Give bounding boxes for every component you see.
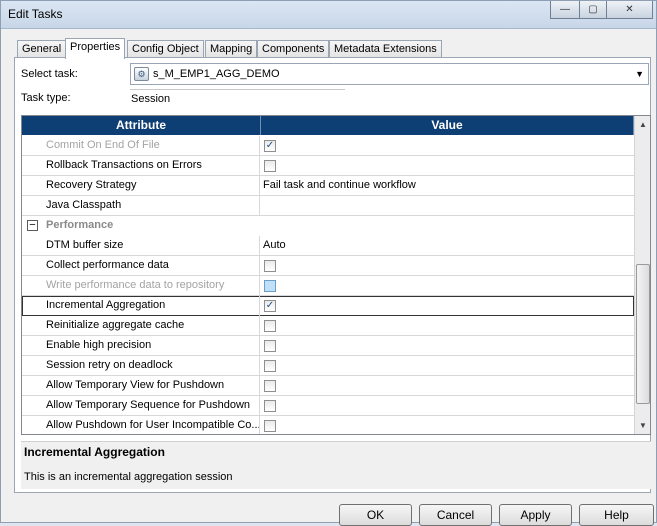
tab-mapping[interactable]: Mapping [205, 40, 258, 58]
task-type-divider [130, 89, 345, 90]
description-title: Incremental Aggregation [24, 445, 165, 459]
retry-on-deadlock-checkbox[interactable] [264, 360, 276, 372]
table-row[interactable]: Allow Temporary View for Pushdown [22, 376, 634, 396]
scrollbar-thumb[interactable] [636, 264, 650, 404]
write-perf-data-checkbox[interactable] [264, 280, 276, 292]
incremental-aggregation-checkbox[interactable]: ✓ [264, 300, 276, 312]
select-task-dropdown[interactable]: ⚙ s_M_EMP1_AGG_DEMO ▼ [130, 63, 649, 85]
attribute-name: Recovery Strategy [22, 176, 260, 196]
table-row[interactable]: Reinitialize aggregate cache [22, 316, 634, 336]
dtm-buffer-size-value[interactable]: Auto [260, 236, 634, 256]
high-precision-checkbox[interactable] [264, 340, 276, 352]
description-panel: Incremental Aggregation This is an incre… [21, 441, 651, 489]
attribute-name: Commit On End Of File [22, 136, 260, 156]
task-type-value: Session [131, 93, 171, 105]
session-icon: ⚙ [134, 67, 149, 81]
table-row[interactable]: Java Classpath [22, 196, 634, 216]
attribute-name: Reinitialize aggregate cache [22, 316, 260, 336]
pushdown-incompatible-checkbox[interactable] [264, 420, 276, 432]
attribute-name: Rollback Transactions on Errors [22, 156, 260, 176]
description-text: This is an incremental aggregation sessi… [24, 471, 233, 483]
maximize-icon: ▢ [588, 4, 598, 15]
table-row[interactable]: Commit On End Of File ✓ [22, 136, 634, 156]
rollback-on-errors-checkbox[interactable] [264, 160, 276, 172]
table-row[interactable]: Session retry on deadlock [22, 356, 634, 376]
attribute-name: Session retry on deadlock [22, 356, 260, 376]
recovery-strategy-value[interactable]: Fail task and continue workflow [260, 176, 634, 196]
chevron-down-icon: ▼ [635, 69, 644, 79]
table-row[interactable]: Rollback Transactions on Errors [22, 156, 634, 176]
minimize-icon: — [560, 4, 570, 15]
table-row[interactable]: Allow Pushdown for User Incompatible Co.… [22, 416, 634, 434]
close-button[interactable]: ✕ [606, 1, 653, 19]
table-row[interactable]: Collect performance data [22, 256, 634, 276]
maximize-button[interactable]: ▢ [579, 1, 607, 19]
scroll-up-icon[interactable]: ▲ [635, 116, 650, 133]
attribute-grid: Attribute Value Commit On End Of File ✓ … [21, 115, 651, 435]
attribute-column-header[interactable]: Attribute [22, 116, 261, 135]
attribute-name: Enable high precision [22, 336, 260, 356]
value-column-header[interactable]: Value [261, 116, 634, 135]
attribute-name: Allow Temporary View for Pushdown [22, 376, 260, 396]
attribute-name: Allow Pushdown for User Incompatible Co.… [22, 416, 260, 434]
collect-perf-data-checkbox[interactable] [264, 260, 276, 272]
attribute-name: Collect performance data [22, 256, 260, 276]
title-bar: Edit Tasks — ▢ ✕ [1, 1, 656, 29]
close-icon: ✕ [625, 4, 634, 15]
performance-section-header[interactable]: − Performance [22, 216, 634, 236]
java-classpath-value[interactable] [260, 196, 634, 216]
commit-on-eof-checkbox[interactable]: ✓ [264, 140, 276, 152]
table-row[interactable]: Write performance data to repository [22, 276, 634, 296]
collapse-icon[interactable]: − [27, 220, 38, 231]
tab-components[interactable]: Components [257, 40, 330, 58]
select-task-label: Select task: [21, 68, 78, 80]
table-row[interactable]: DTM buffer size Auto [22, 236, 634, 256]
select-task-value: s_M_EMP1_AGG_DEMO [153, 68, 280, 80]
window-title: Edit Tasks [8, 7, 63, 21]
grid-scrollbar[interactable]: ▲ ▼ [634, 116, 650, 434]
table-row[interactable]: Allow Temporary Sequence for Pushdown [22, 396, 634, 416]
temp-sequence-pushdown-checkbox[interactable] [264, 400, 276, 412]
table-row[interactable]: Enable high precision [22, 336, 634, 356]
task-type-label: Task type: [21, 92, 71, 104]
temp-view-pushdown-checkbox[interactable] [264, 380, 276, 392]
attribute-name: Write performance data to repository [22, 276, 260, 296]
attribute-name: Allow Temporary Sequence for Pushdown [22, 396, 260, 416]
tab-config-object[interactable]: Config Object [127, 40, 204, 58]
tab-general[interactable]: General [17, 40, 67, 58]
scroll-down-icon[interactable]: ▼ [635, 417, 650, 434]
edit-tasks-dialog: Edit Tasks — ▢ ✕ General Properties Conf… [0, 0, 657, 526]
minimize-button[interactable]: — [550, 1, 580, 19]
attribute-name: DTM buffer size [22, 236, 260, 256]
section-label: Performance [46, 219, 114, 231]
attribute-name: Java Classpath [22, 196, 260, 216]
tab-properties[interactable]: Properties [65, 38, 126, 59]
tab-metadata-extensions[interactable]: Metadata Extensions [329, 40, 442, 58]
table-row[interactable]: Recovery Strategy Fail task and continue… [22, 176, 634, 196]
attribute-name: Incremental Aggregation [22, 296, 260, 316]
table-row-selected[interactable]: Incremental Aggregation ✓ [22, 296, 634, 316]
reinitialize-cache-checkbox[interactable] [264, 320, 276, 332]
